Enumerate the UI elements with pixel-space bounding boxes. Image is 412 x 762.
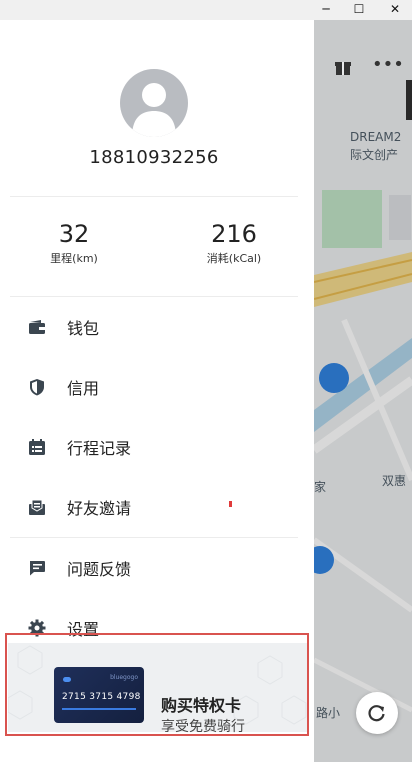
invite-envelope-icon [27,497,47,517]
calendar-list-icon [27,437,47,457]
shield-icon [27,377,47,397]
promo-subtitle: 享受免费骑行 [161,719,245,735]
stat-distance-value: 32 [58,220,90,248]
avatar[interactable] [120,69,188,137]
divider [10,196,298,197]
map-label-jia: 家 [314,480,327,494]
menu-item-invite-friends[interactable]: 好友邀请 [0,487,308,527]
divider [10,296,298,297]
refresh-button[interactable] [356,692,398,734]
menu-item-label: 问题反馈 [67,560,132,579]
menu-item-feedback[interactable]: 问题反馈 [0,548,308,588]
more-icon[interactable]: ••• [372,54,404,75]
menu-item-label: 信用 [67,379,100,398]
menu-item-label: 好友邀请 [67,499,132,518]
menu-item-label: 钱包 [67,319,100,338]
card-number: 2715 3715 4798 [62,692,141,702]
divider [10,537,298,538]
stat-distance-label: 里程(km) [50,252,98,265]
map-view[interactable]: DREAM2 际文创产 双惠 家 路小 ••• [314,20,412,762]
user-silhouette-icon [132,83,176,137]
wallet-icon [27,317,47,337]
notification-dot [229,501,232,507]
card-chip [63,677,71,682]
promo-highlight-outline [5,633,309,736]
maximize-button[interactable]: ☐ [342,0,376,20]
map-label-road: 路小 [316,706,341,720]
menu-item-label: 行程记录 [67,439,132,458]
stat-calories-value: 216 [211,220,257,248]
stat-calories-label: 消耗(kCal) [206,252,262,265]
chat-feedback-icon [27,558,47,578]
window-titlebar: ─ ☐ ✕ [0,0,412,20]
card-stripe [62,708,136,710]
user-phone: 18810932256 [89,147,219,168]
close-button[interactable]: ✕ [378,0,412,20]
privilege-card-image: bluegogo 2715 3715 4798 [54,667,144,723]
promo-title: 购买特权卡 [161,696,242,715]
menu-item-credit[interactable]: 信用 [0,367,308,407]
card-brand: bluegogo [110,674,138,681]
minimize-button[interactable]: ─ [309,0,343,20]
menu-item-trip-records[interactable]: 行程记录 [0,427,308,467]
stat-distance: 32 里程(km) [9,220,139,266]
map-label-chuangchan: 际文创产 [350,148,399,162]
refresh-icon [368,705,385,722]
map-label-shuanghui: 双惠 [382,474,407,488]
map-label-dream: DREAM2 [350,130,402,144]
stat-calories: 216 消耗(kCal) [169,220,299,266]
menu-item-wallet[interactable]: 钱包 [0,307,308,347]
